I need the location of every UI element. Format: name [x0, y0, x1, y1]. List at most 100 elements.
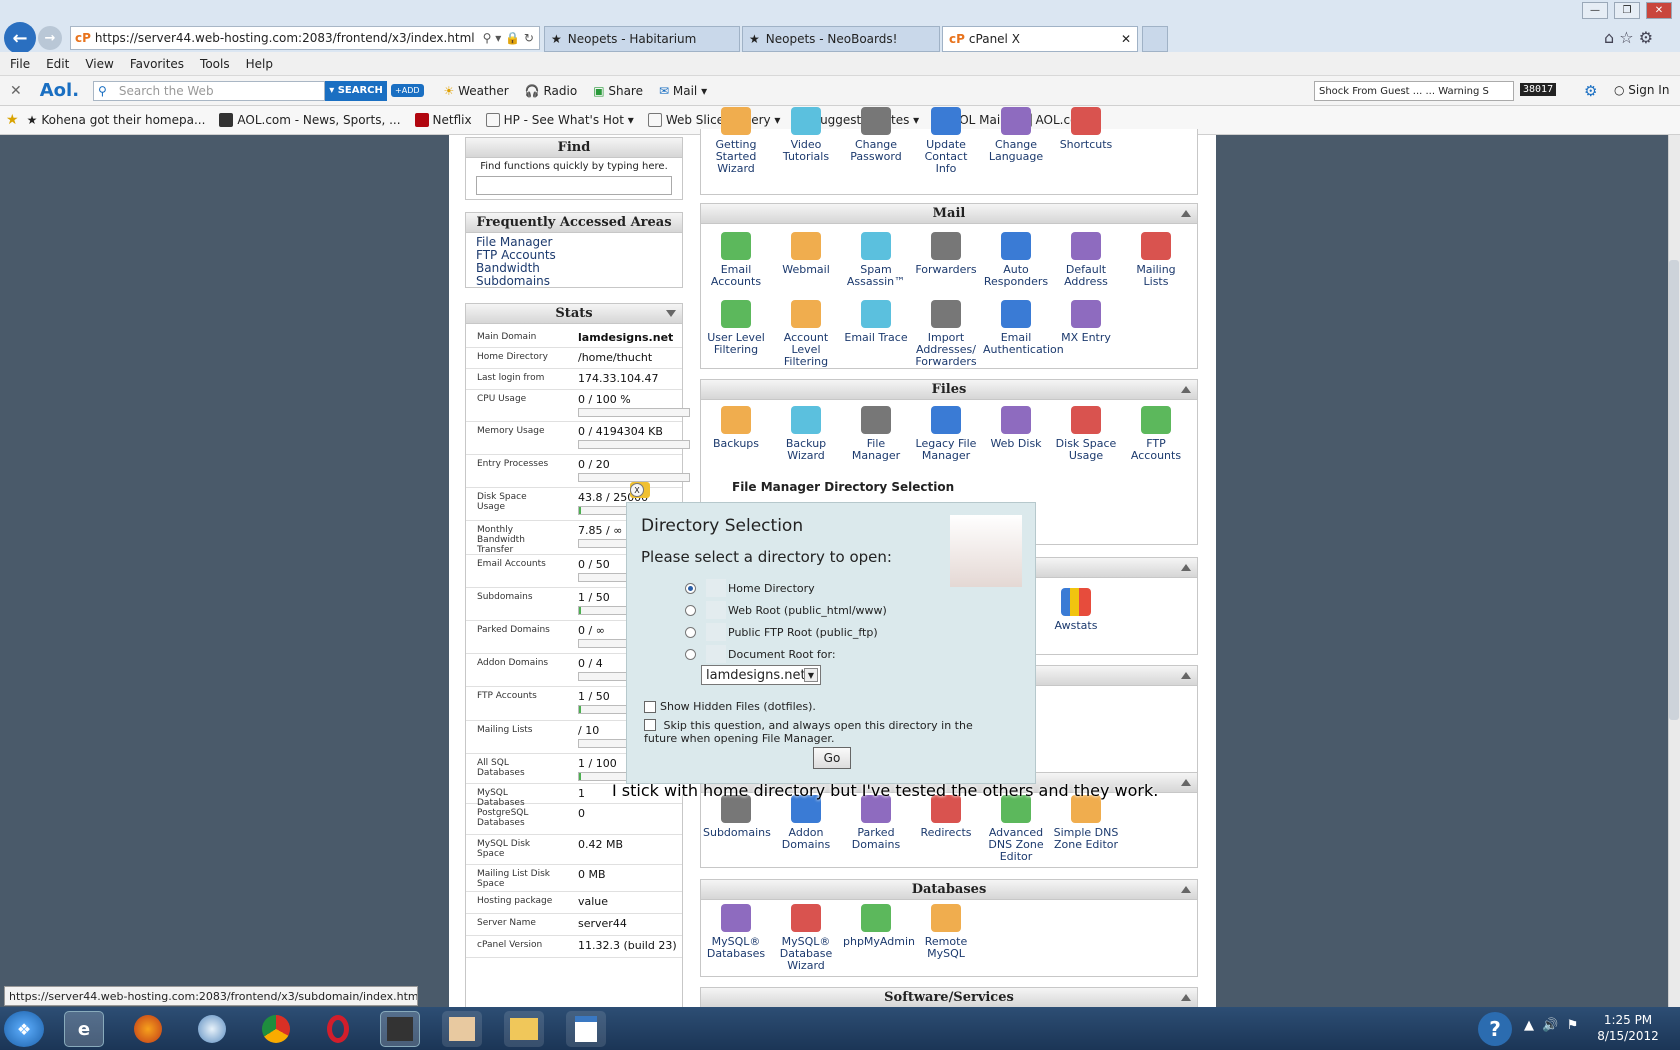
icon-redirects[interactable]: Redirects — [913, 795, 979, 839]
icon-default-address[interactable]: Default Address — [1053, 232, 1119, 288]
icon-shortcuts[interactable]: Shortcuts — [1053, 107, 1119, 151]
tab-neopets-habitarium[interactable]: ★ Neopets - Habitarium — [544, 26, 740, 52]
icon-awstats[interactable]: Awstats — [1043, 588, 1109, 632]
settings-gear-icon[interactable]: ⚙ — [1584, 82, 1597, 100]
back-button[interactable]: ← — [4, 22, 36, 54]
menu-edit[interactable]: Edit — [46, 57, 69, 71]
sign-in-link[interactable]: ○ Sign In — [1614, 83, 1669, 97]
taskbar-paint-icon[interactable] — [442, 1011, 482, 1047]
faa-link-subdomains[interactable]: Subdomains — [476, 275, 682, 288]
icon-simple-dns-zone-editor[interactable]: Simple DNS Zone Editor — [1053, 795, 1119, 851]
favorites-star-icon[interactable]: ★ — [6, 112, 19, 128]
icon-addon-domains[interactable]: Addon Domains — [773, 795, 839, 851]
close-toolbar-icon[interactable]: ✕ — [10, 83, 22, 99]
fav-aol-news[interactable]: AOL.com - News, Sports, ... — [219, 113, 401, 127]
taskbar-folder-icon[interactable] — [504, 1011, 544, 1047]
icon-update-contact-info[interactable]: Update Contact Info — [913, 107, 979, 175]
icon-import-addresses-forwarders[interactable]: Import Addresses/ Forwarders — [913, 300, 979, 368]
news-ticker[interactable]: Shock From Guest ... ... Warning S — [1314, 81, 1514, 101]
go-button[interactable]: Go — [813, 747, 851, 769]
help-icon[interactable]: ? — [1478, 1012, 1512, 1046]
fav-netflix[interactable]: Netflix — [414, 113, 472, 127]
icon-advanced-dns-zone-editor[interactable]: Advanced DNS Zone Editor — [983, 795, 1049, 863]
icon-mysql-databases[interactable]: MySQL® Databases — [703, 904, 769, 960]
icon-remote-mysql[interactable]: Remote MySQL — [913, 904, 979, 960]
icon-email-authentication[interactable]: Email Authentication — [983, 300, 1064, 356]
icon-change-language[interactable]: Change Language — [983, 107, 1049, 163]
icon-subdomains[interactable]: Subdomains — [703, 795, 771, 839]
icon-disk-space-usage[interactable]: Disk Space Usage — [1053, 406, 1119, 462]
tab-cpanel[interactable]: cP cPanel X ✕ — [942, 26, 1138, 52]
icon-file-manager[interactable]: File Manager — [843, 406, 909, 462]
tab-neopets-neoboards[interactable]: ★ Neopets - NeoBoards! — [742, 26, 940, 52]
address-bar[interactable]: cP https://server44.web-hosting.com:2083… — [70, 26, 540, 50]
icon-parked-domains[interactable]: Parked Domains — [843, 795, 909, 851]
aol-search-button[interactable]: ▾ SEARCH — [325, 80, 388, 101]
skip-checkbox[interactable] — [644, 719, 656, 731]
icon-forwarders[interactable]: Forwarders — [913, 232, 979, 276]
icon-mysql-database-wizard[interactable]: MySQL® Database Wizard — [773, 904, 839, 972]
icon-backups[interactable]: Backups — [703, 406, 769, 450]
aol-search-input[interactable]: ⚲ Search the Web — [93, 80, 326, 101]
icon-spam-assassin[interactable]: Spam Assassin™ — [843, 232, 909, 288]
taskbar-safari-icon[interactable] — [192, 1011, 232, 1047]
home-icon[interactable]: ⌂ — [1604, 28, 1614, 47]
fav-hp[interactable]: HP - See What's Hot ▾ — [485, 113, 634, 127]
icon-email-accounts[interactable]: Email Accounts — [703, 232, 769, 288]
icon-getting-started-wizard[interactable]: Getting Started Wizard — [703, 107, 769, 175]
icon-phpmyadmin[interactable]: phpMyAdmin — [843, 904, 915, 948]
icon-user-level-filtering[interactable]: User Level Filtering — [703, 300, 769, 356]
icon-ftp-accounts[interactable]: FTP Accounts — [1123, 406, 1189, 462]
icon-auto-responders[interactable]: Auto Responders — [983, 232, 1049, 288]
menu-help[interactable]: Help — [246, 57, 273, 71]
collapse-arrow-icon[interactable] — [1181, 672, 1191, 679]
dir-option-radio[interactable] — [685, 582, 696, 594]
taskbar-chrome-icon[interactable] — [256, 1011, 296, 1047]
icon-web-disk[interactable]: Web Disk — [983, 406, 1049, 450]
collapse-arrow-icon[interactable] — [1181, 210, 1191, 217]
icon-backup-wizard[interactable]: Backup Wizard — [773, 406, 839, 462]
icon-legacy-file-manager[interactable]: Legacy File Manager — [913, 406, 979, 462]
icon-mx-entry[interactable]: MX Entry — [1053, 300, 1119, 344]
taskbar-ie-icon[interactable]: e — [64, 1011, 104, 1047]
collapse-arrow-icon[interactable] — [1181, 779, 1191, 786]
aol-add-button[interactable]: +ADD — [391, 84, 424, 97]
gear-icon[interactable]: ⚙ — [1639, 28, 1653, 47]
forward-button[interactable]: → — [38, 26, 62, 50]
icon-change-password[interactable]: Change Password — [843, 107, 909, 163]
menu-view[interactable]: View — [85, 57, 113, 71]
address-tools-icon[interactable]: ⚲ ▾ 🔒 ↻ ✕ — [483, 31, 539, 45]
favorites-star-icon[interactable]: ☆ — [1619, 28, 1633, 47]
document-root-select[interactable]: lamdesigns.net ▼ — [701, 665, 821, 685]
taskbar-app-icon[interactable] — [380, 1011, 420, 1047]
flag-icon[interactable]: ⚑ — [1567, 1018, 1579, 1033]
collapse-arrow-icon[interactable] — [1181, 386, 1191, 393]
fav-kohena[interactable]: ★ Kohena got their homepa... — [27, 113, 206, 127]
icon-video-tutorials[interactable]: Video Tutorials — [773, 107, 839, 163]
dialog-close-button[interactable]: X — [630, 483, 644, 497]
collapse-arrow-icon[interactable] — [1181, 886, 1191, 893]
collapse-arrow-icon[interactable] — [1181, 994, 1191, 1001]
new-tab-button[interactable] — [1142, 26, 1168, 52]
find-input[interactable] — [476, 176, 672, 195]
minimize-button[interactable]: — — [1582, 2, 1608, 19]
clock[interactable]: 1:25 PM 8/15/2012 — [1590, 1012, 1666, 1044]
radio-button[interactable]: 🎧 Radio — [525, 84, 578, 98]
taskbar-firefox-icon[interactable] — [128, 1011, 168, 1047]
show-hidden-checkbox[interactable] — [644, 700, 656, 713]
volume-icon[interactable]: 🔊 — [1542, 1018, 1558, 1033]
weather-button[interactable]: ☀ Weather — [444, 84, 509, 98]
icon-email-trace[interactable]: Email Trace — [843, 300, 909, 344]
restore-button[interactable]: ❐ — [1614, 2, 1640, 19]
dir-option-radio[interactable] — [685, 648, 696, 660]
dir-option-radio[interactable] — [685, 604, 696, 616]
close-window-button[interactable]: ✕ — [1646, 2, 1672, 19]
close-tab-icon[interactable]: ✕ — [1121, 32, 1131, 46]
scrollbar-thumb[interactable] — [1669, 260, 1679, 720]
taskbar-opera-icon[interactable] — [318, 1011, 358, 1047]
mail-button[interactable]: ✉ Mail ▾ — [659, 84, 707, 98]
collapse-arrow-icon[interactable] — [1181, 564, 1191, 571]
menu-favorites[interactable]: Favorites — [130, 57, 184, 71]
start-button[interactable]: ❖ — [4, 1011, 44, 1047]
share-button[interactable]: ▣ Share — [593, 84, 643, 98]
